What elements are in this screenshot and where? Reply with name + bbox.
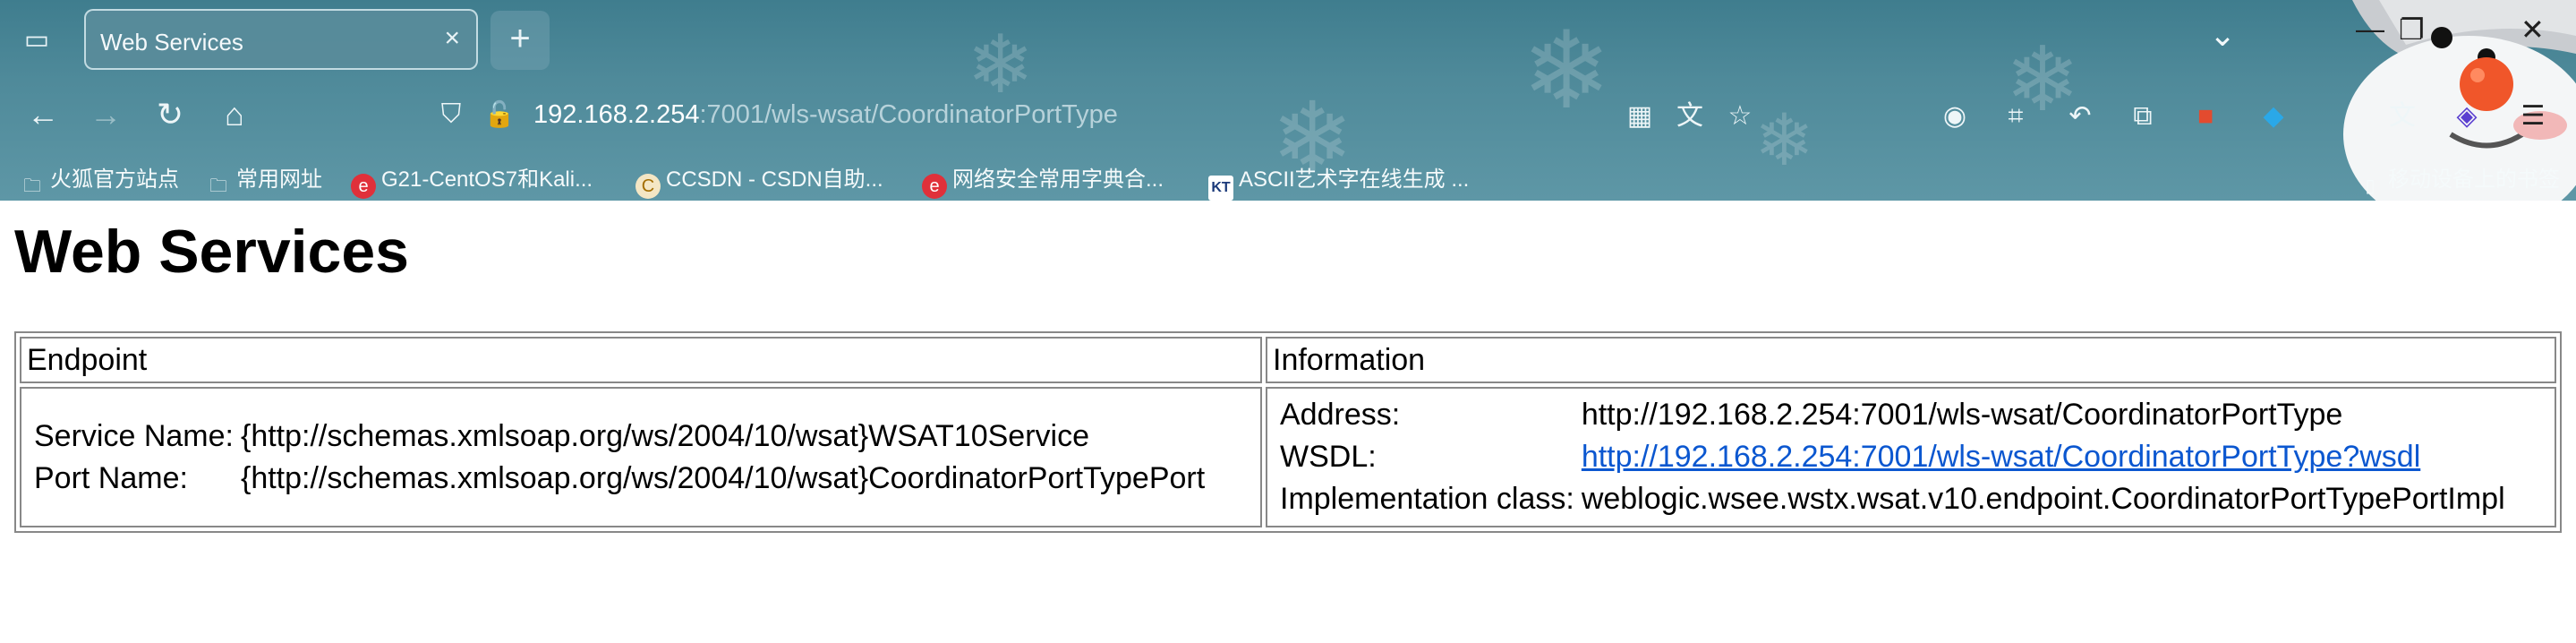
- translate-icon[interactable]: 文: [1672, 99, 1708, 134]
- tab-title: Web Services: [100, 29, 243, 56]
- page-content: Web Services Endpoint Information Servic…: [0, 201, 2576, 643]
- insecure-lock-icon[interactable]: 🔓: [480, 95, 519, 134]
- port-name-label: Port Name:: [34, 460, 188, 495]
- qr-code-icon[interactable]: ▦: [1622, 99, 1658, 134]
- extensions-icon[interactable]: ⧉: [2125, 99, 2161, 134]
- port-name-value: {http://schemas.xmlsoap.org/ws/2004/10/w…: [240, 460, 1206, 495]
- reload-icon[interactable]: ↻: [150, 95, 190, 134]
- wsdl-label: WSDL:: [1280, 440, 1377, 474]
- address-value: http://192.168.2.254:7001/wls-wsat/Coord…: [1581, 398, 2343, 432]
- bookmark-folder-firefox[interactable]: 🗀 火狐官方站点: [20, 161, 179, 199]
- tab-bar: ▭ Web Services × + ⌄ — ❐ ✕: [0, 0, 2576, 79]
- bookmark-ccsdn[interactable]: C CCSDN - CSDN自助...: [635, 161, 883, 199]
- undo-icon[interactable]: ↶: [2062, 99, 2098, 134]
- information-details: Address: http://192.168.2.254:7001/wls-w…: [1273, 392, 2509, 522]
- detail-row: Service Name: {http://schemas.xmlsoap.or…: [30, 417, 1205, 456]
- address-bar[interactable]: 192.168.2.254:7001/wls-wsat/CoordinatorP…: [533, 100, 1118, 130]
- information-cell: Address: http://192.168.2.254:7001/wls-w…: [1266, 387, 2556, 527]
- bookmark-ascii-art[interactable]: KT ASCII艺术字在线生成 ...: [1208, 161, 1469, 201]
- implementation-class-value: weblogic.wsee.wstx.wsat.v10.endpoint.Coo…: [1581, 482, 2505, 516]
- shield-icon[interactable]: ⛉: [431, 95, 471, 134]
- mobile-device-icon: ▯: [2365, 176, 2376, 196]
- tab-list-icon[interactable]: ▭: [18, 21, 55, 59]
- menu-icon[interactable]: ☰: [2515, 99, 2551, 134]
- information-header: Information: [1266, 337, 2556, 383]
- bookmark-dictionary[interactable]: e 网络安全常用字典合...: [922, 161, 1164, 199]
- url-path: :7001/wls-wsat/CoordinatorPortType: [699, 100, 1118, 129]
- extension-red-icon[interactable]: ■: [2188, 99, 2223, 134]
- red-site-icon: e: [922, 174, 947, 199]
- bookmark-mobile[interactable]: ▯ 移动设备上的书签: [2358, 161, 2560, 199]
- wsdl-cell: http://192.168.2.254:7001/wls-wsat/Coord…: [1578, 438, 2505, 476]
- kt-site-icon: KT: [1208, 176, 1233, 201]
- back-icon[interactable]: ←: [23, 95, 63, 134]
- bookmark-g21[interactable]: e G21-CentOS7和Kali...: [351, 161, 593, 199]
- url-host: 192.168.2.254: [533, 100, 700, 129]
- extension-layers-icon[interactable]: ◈: [2449, 99, 2485, 134]
- minimize-icon[interactable]: —: [2356, 13, 2384, 46]
- page-title: Web Services: [14, 218, 410, 286]
- table-header-row: Endpoint Information: [20, 337, 2556, 383]
- screenshot-crop-icon[interactable]: ⌗: [1998, 99, 2034, 134]
- service-name-value: {http://schemas.xmlsoap.org/ws/2004/10/w…: [240, 418, 1090, 453]
- endpoint-header: Endpoint: [20, 337, 1262, 383]
- chevron-down-icon[interactable]: ⌄: [2209, 16, 2236, 54]
- close-window-icon[interactable]: ✕: [2521, 13, 2545, 47]
- wsdl-link[interactable]: http://192.168.2.254:7001/wls-wsat/Coord…: [1582, 440, 2420, 474]
- address-label: Address:: [1280, 398, 1401, 432]
- bookmark-star-icon[interactable]: ☆: [1722, 99, 1758, 134]
- translate-extension-icon[interactable]: 文: [2384, 99, 2420, 134]
- bookmarks-toolbar: 🗀 火狐官方站点 🗀 常用网址 e G21-CentOS7和Kali... C CCSD…: [0, 150, 2576, 201]
- forward-icon[interactable]: →: [86, 95, 125, 134]
- endpoint-cell: Service Name: {http://schemas.xmlsoap.or…: [20, 387, 1262, 527]
- endpoint-details: Service Name: {http://schemas.xmlsoap.or…: [27, 414, 1208, 502]
- browser-chrome: ❄ ❄ ❄ ❄ ❄ ▭ Web Services × + ⌄ — ❐ ✕ ← →…: [0, 0, 2576, 201]
- detail-row: Port Name: {http://schemas.xmlsoap.org/w…: [30, 459, 1205, 498]
- account-icon[interactable]: ◉: [1937, 99, 1973, 134]
- c-site-icon: C: [635, 174, 661, 199]
- detail-row: Implementation class: weblogic.wsee.wstx…: [1276, 480, 2505, 519]
- folder-icon: 🗀: [209, 176, 227, 196]
- table-row: Service Name: {http://schemas.xmlsoap.or…: [20, 387, 2556, 527]
- tab-close-icon[interactable]: ×: [444, 23, 460, 54]
- tab-web-services[interactable]: Web Services ×: [84, 9, 478, 70]
- implementation-class-label: Implementation class:: [1280, 482, 1574, 516]
- restore-icon[interactable]: ❐: [2399, 13, 2425, 47]
- detail-row: Address: http://192.168.2.254:7001/wls-w…: [1276, 396, 2505, 434]
- red-site-icon: e: [351, 174, 376, 199]
- home-icon[interactable]: ⌂: [215, 95, 254, 134]
- extension-blue-icon[interactable]: ◆: [2256, 99, 2291, 134]
- service-name-label: Service Name:: [34, 418, 234, 453]
- web-services-table: Endpoint Information Service Name: {http…: [14, 331, 2562, 533]
- navigation-toolbar: ← → ↻ ⌂ ⛉ 🔓 192.168.2.254:7001/wls-wsat/…: [0, 79, 2576, 150]
- folder-icon: 🗀: [23, 176, 41, 196]
- bookmark-folder-common[interactable]: 🗀 常用网址: [206, 161, 322, 199]
- new-tab-button[interactable]: +: [490, 11, 550, 70]
- detail-row: WSDL: http://192.168.2.254:7001/wls-wsat…: [1276, 438, 2505, 476]
